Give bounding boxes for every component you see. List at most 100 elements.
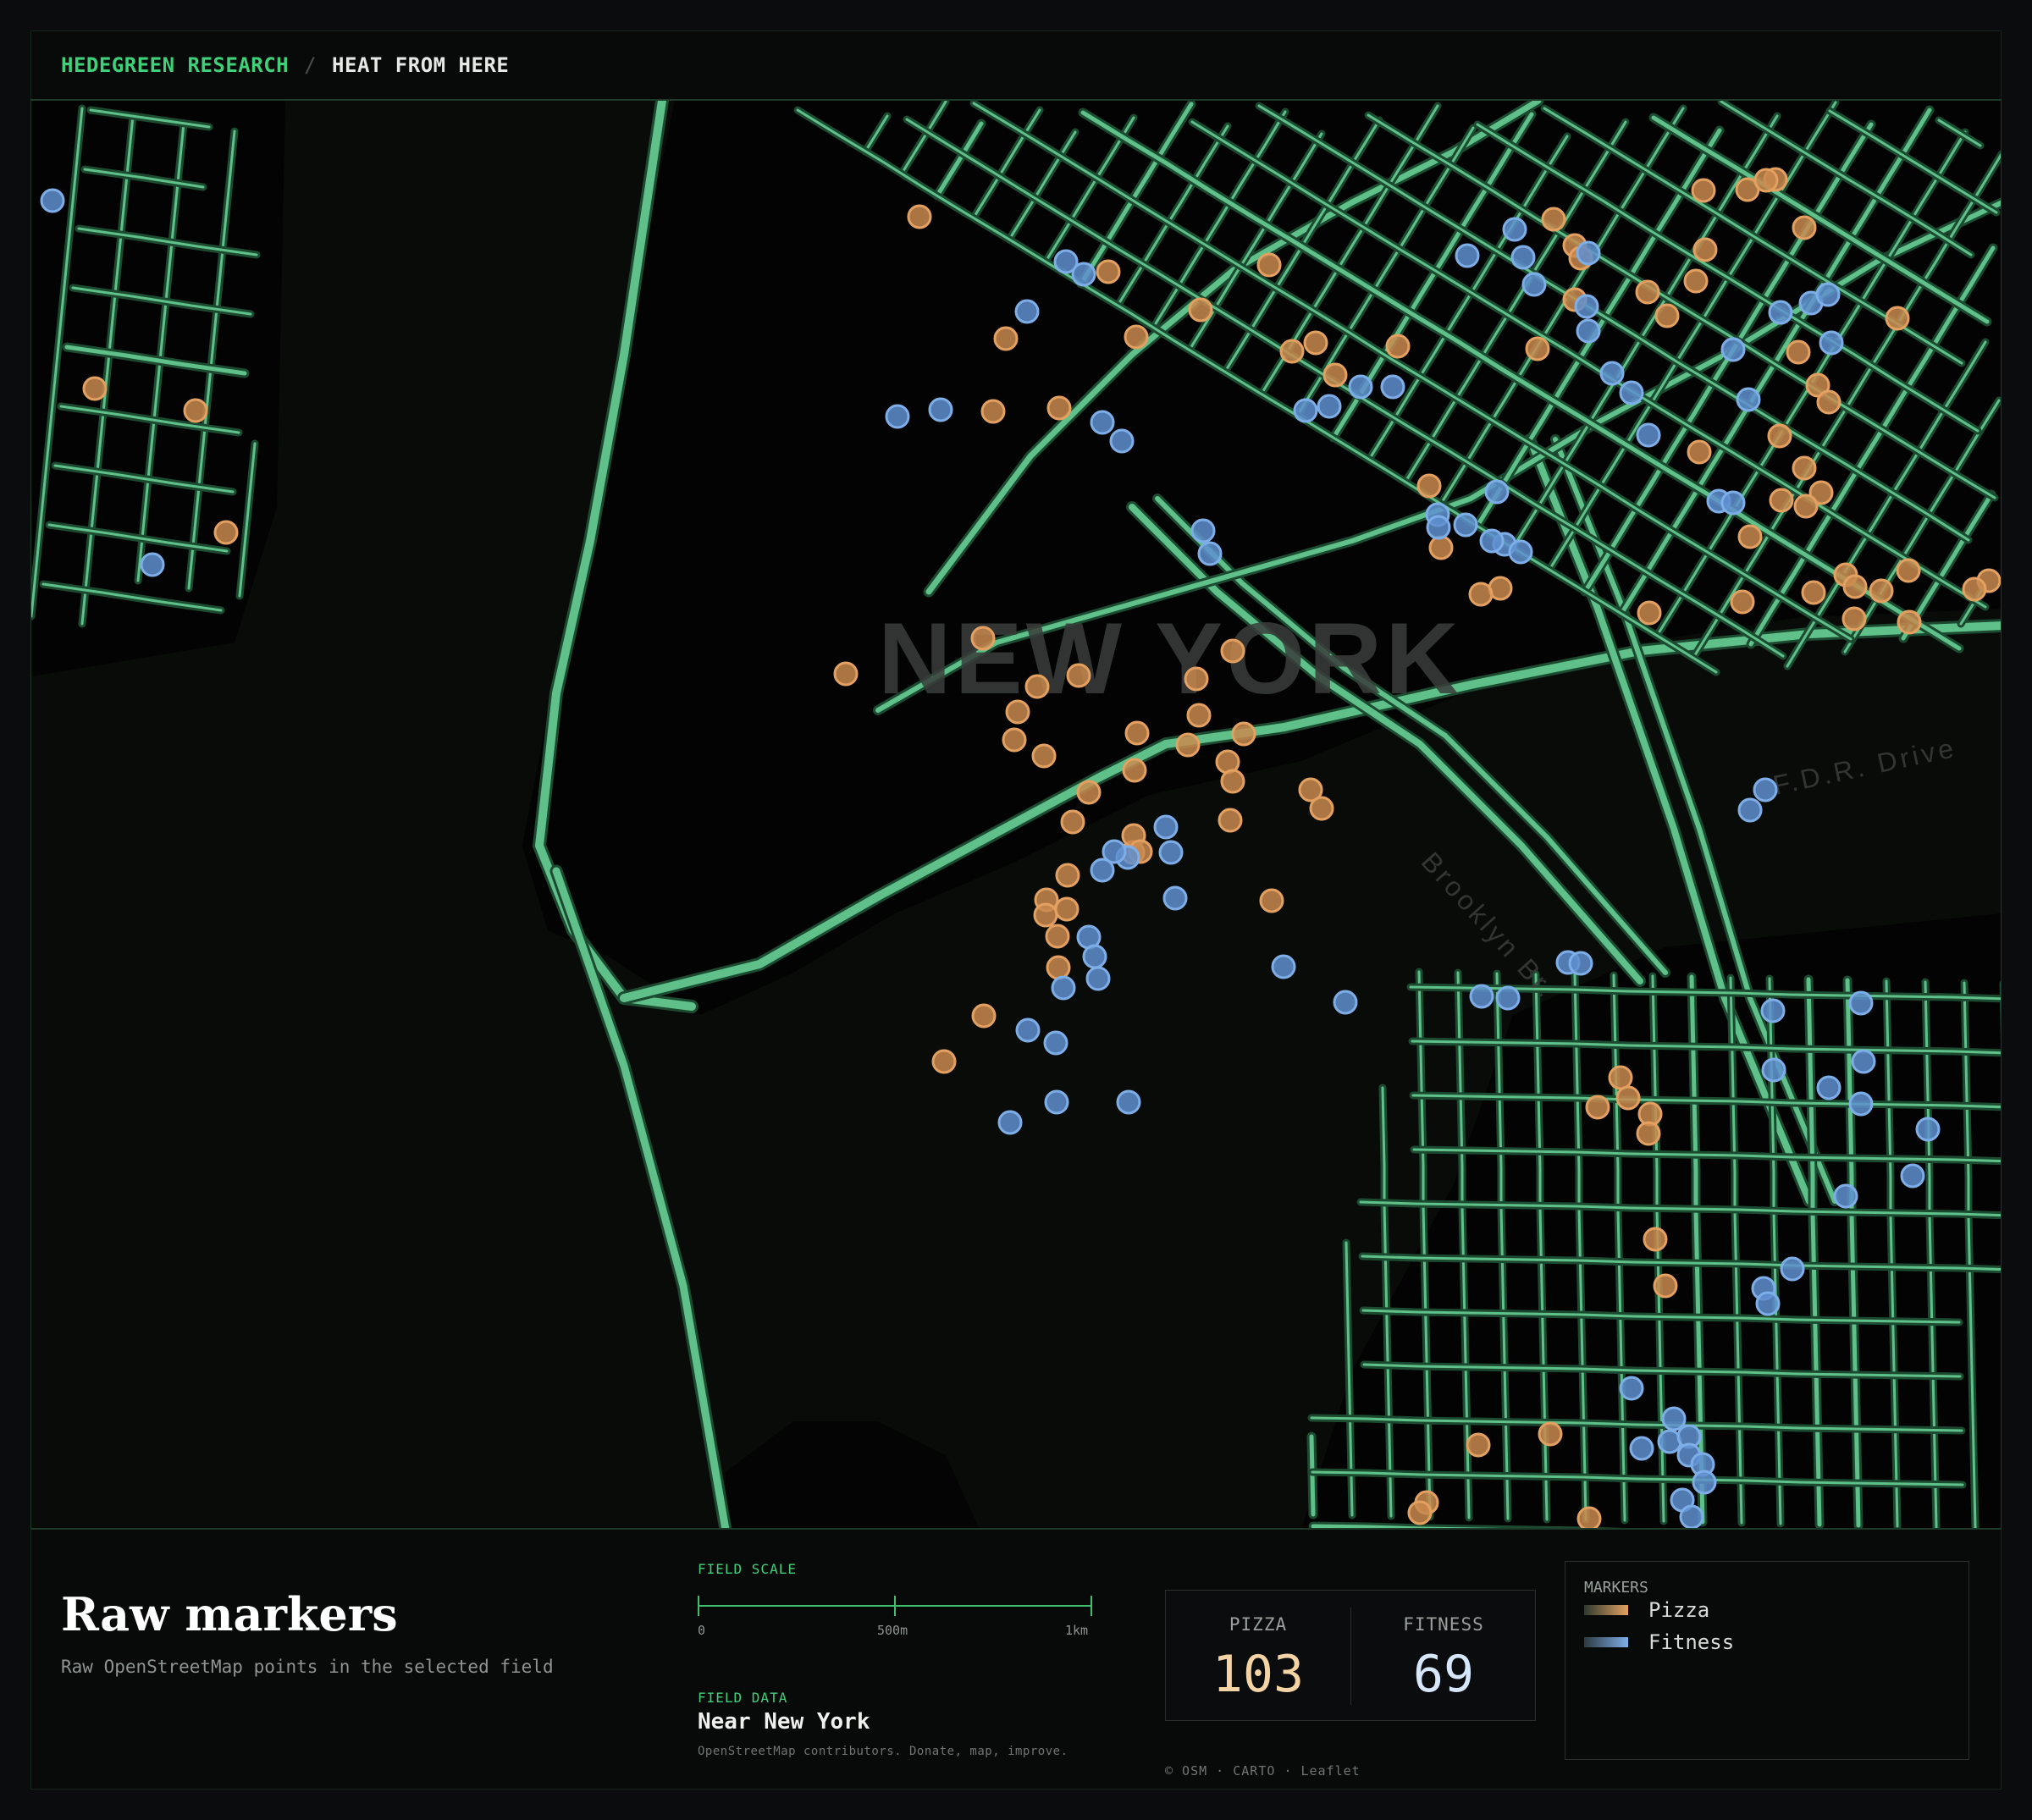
pizza-marker[interactable]: [971, 1003, 997, 1029]
pizza-marker[interactable]: [1428, 535, 1454, 560]
fitness-marker[interactable]: [1819, 330, 1844, 356]
pizza-marker[interactable]: [1885, 306, 1910, 331]
pizza-marker[interactable]: [1188, 297, 1213, 323]
pizza-marker[interactable]: [1468, 582, 1494, 607]
fitness-marker[interactable]: [1574, 294, 1599, 319]
pizza-marker[interactable]: [1792, 455, 1817, 481]
pizza-marker[interactable]: [1124, 324, 1149, 350]
pizza-marker[interactable]: [1767, 423, 1792, 449]
pizza-marker[interactable]: [993, 326, 1019, 351]
pizza-marker[interactable]: [1124, 720, 1150, 746]
fitness-marker[interactable]: [1044, 1089, 1069, 1115]
legend-item-pizza[interactable]: Pizza: [1584, 1597, 1709, 1623]
fitness-marker[interactable]: [1469, 984, 1494, 1009]
pizza-marker[interactable]: [1962, 576, 1987, 602]
fitness-marker[interactable]: [1619, 380, 1644, 405]
pizza-marker[interactable]: [1687, 439, 1712, 465]
pizza-marker[interactable]: [1259, 888, 1284, 913]
pizza-marker[interactable]: [1653, 1273, 1678, 1299]
pizza-marker[interactable]: [1636, 1121, 1661, 1146]
pizza-marker[interactable]: [1184, 666, 1209, 692]
pizza-marker[interactable]: [1033, 902, 1058, 928]
pizza-marker[interactable]: [1002, 727, 1027, 753]
fitness-marker[interactable]: [1629, 1436, 1654, 1461]
fitness-marker[interactable]: [140, 552, 165, 577]
fitness-marker[interactable]: [1348, 374, 1373, 400]
pizza-marker[interactable]: [1031, 743, 1057, 769]
fitness-marker[interactable]: [1109, 428, 1135, 454]
fitness-marker[interactable]: [1333, 990, 1358, 1015]
fitness-marker[interactable]: [1508, 539, 1533, 565]
pizza-marker[interactable]: [1218, 808, 1243, 833]
pizza-marker[interactable]: [1122, 758, 1147, 783]
pizza-marker[interactable]: [1231, 721, 1256, 747]
pizza-marker[interactable]: [1220, 638, 1245, 664]
pizza-marker[interactable]: [1692, 237, 1718, 262]
fitness-marker[interactable]: [1317, 394, 1342, 419]
pizza-marker[interactable]: [1643, 1227, 1668, 1252]
map-view[interactable]: NEW YORK F.D.R. Drive Brooklyn Br.: [30, 101, 2002, 1530]
fitness-marker[interactable]: [1915, 1117, 1941, 1142]
pizza-marker[interactable]: [1654, 303, 1680, 328]
fitness-marker[interactable]: [40, 188, 65, 213]
pizza-marker[interactable]: [1585, 1095, 1610, 1120]
fitness-marker[interactable]: [1426, 515, 1451, 540]
fitness-marker[interactable]: [1851, 1049, 1876, 1074]
pizza-marker[interactable]: [1730, 589, 1755, 615]
pizza-marker[interactable]: [1186, 703, 1212, 728]
fitness-marker[interactable]: [1848, 990, 1874, 1016]
fitness-marker[interactable]: [1761, 1057, 1786, 1083]
fitness-marker[interactable]: [1736, 387, 1761, 412]
pizza-marker[interactable]: [1637, 600, 1662, 626]
fitness-marker[interactable]: [1900, 1163, 1925, 1189]
pizza-marker[interactable]: [1045, 924, 1070, 949]
pizza-marker[interactable]: [1024, 674, 1050, 699]
fitness-marker[interactable]: [1051, 975, 1076, 1001]
fitness-marker[interactable]: [1760, 998, 1786, 1023]
fitness-marker[interactable]: [1453, 512, 1478, 538]
pizza-marker[interactable]: [1066, 663, 1091, 688]
pizza-marker[interactable]: [82, 376, 108, 401]
fitness-marker[interactable]: [1495, 985, 1521, 1011]
fitness-marker[interactable]: [1848, 1091, 1874, 1117]
fitness-marker[interactable]: [1679, 1504, 1704, 1528]
pizza-marker[interactable]: [1816, 389, 1842, 415]
pizza-marker[interactable]: [1060, 809, 1085, 835]
fitness-marker[interactable]: [1720, 337, 1746, 362]
brand-link[interactable]: HEDEGREEN RESEARCH: [61, 53, 289, 77]
fitness-marker[interactable]: [997, 1110, 1023, 1135]
fitness-marker[interactable]: [1521, 272, 1547, 297]
fitness-marker[interactable]: [1090, 858, 1115, 883]
fitness-marker[interactable]: [1484, 479, 1510, 505]
pizza-marker[interactable]: [1055, 863, 1080, 888]
fitness-marker[interactable]: [1576, 240, 1601, 266]
pizza-marker[interactable]: [1279, 339, 1305, 364]
fitness-marker[interactable]: [1568, 951, 1593, 976]
fitness-marker[interactable]: [1599, 361, 1625, 386]
fitness-marker[interactable]: [1816, 1075, 1842, 1100]
pizza-marker[interactable]: [1076, 780, 1102, 805]
pizza-marker[interactable]: [1046, 955, 1071, 980]
legend-item-fitness[interactable]: Fitness: [1584, 1630, 1734, 1655]
pizza-marker[interactable]: [1416, 473, 1442, 499]
fitness-marker[interactable]: [928, 397, 953, 422]
fitness-marker[interactable]: [1015, 1018, 1041, 1043]
pizza-marker[interactable]: [1786, 339, 1811, 365]
fitness-marker[interactable]: [1153, 814, 1179, 840]
pizza-marker[interactable]: [213, 520, 239, 545]
fitness-marker[interactable]: [1510, 245, 1536, 270]
pizza-marker[interactable]: [1792, 215, 1817, 240]
fitness-marker[interactable]: [1158, 840, 1184, 865]
pizza-marker[interactable]: [1175, 732, 1201, 758]
fitness-marker[interactable]: [1455, 243, 1480, 268]
fitness-marker[interactable]: [1720, 490, 1746, 516]
pizza-marker[interactable]: [1753, 168, 1779, 193]
fitness-marker[interactable]: [1071, 262, 1096, 287]
pizza-marker[interactable]: [1407, 1500, 1433, 1525]
fitness-marker[interactable]: [1090, 410, 1115, 435]
fitness-marker[interactable]: [1755, 1291, 1781, 1316]
pizza-marker[interactable]: [1842, 606, 1867, 631]
fitness-marker[interactable]: [1619, 1376, 1644, 1401]
fitness-marker[interactable]: [1162, 885, 1188, 911]
pizza-marker[interactable]: [1303, 330, 1328, 356]
